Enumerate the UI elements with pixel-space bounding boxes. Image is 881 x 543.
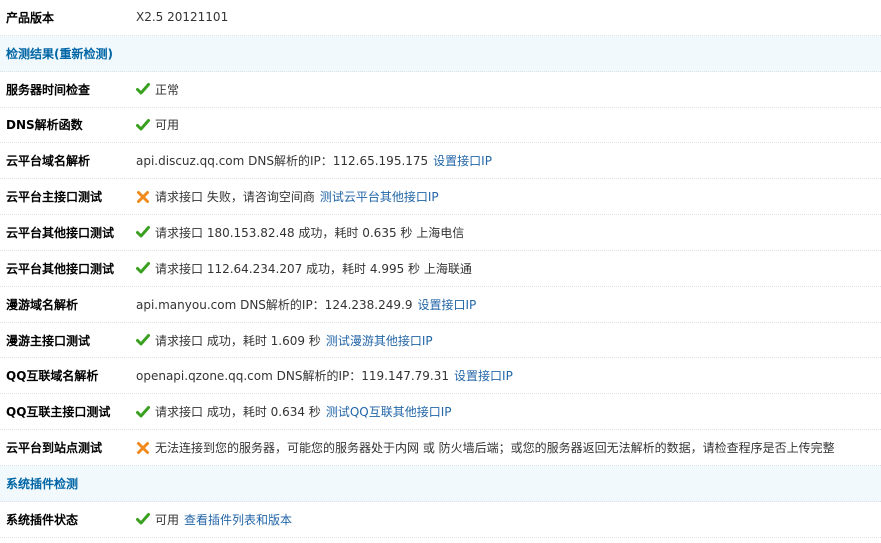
row-label: 云平台其他接口测试 <box>6 261 115 276</box>
row-value: 请求接口 180.153.82.48 成功，耗时 0.635 秒 上海电信 <box>136 224 881 241</box>
row-text: 请求接口 112.64.234.207 成功，耗时 4.995 秒 上海联通 <box>155 261 472 276</box>
row-text: api.discuz.qq.com DNS解析的IP：112.65.195.17… <box>136 154 429 169</box>
view-plugins-link[interactable]: 查看插件列表和版本 <box>184 511 292 528</box>
row-label: QQ互联主接口测试 <box>6 405 111 420</box>
cross-icon <box>136 190 150 204</box>
row-link[interactable]: 测试漫游其他接口IP <box>326 332 433 349</box>
check-row: 漫游域名解析 api.manyou.com DNS解析的IP：124.238.24… <box>0 287 881 323</box>
check-row: 漫游主接口测试 请求接口 成功，耗时 1.609 秒测试漫游其他接口IP <box>0 323 881 359</box>
section-title: 检测结果(重新检测) <box>6 46 113 61</box>
row-label: 服务器时间检查 <box>6 82 91 97</box>
row-text: openapi.qzone.qq.com DNS解析的IP：119.147.79… <box>136 369 450 384</box>
cross-icon <box>136 441 150 455</box>
check-icon <box>136 333 150 347</box>
row-link[interactable]: 测试云平台其他接口IP <box>320 188 439 205</box>
row-label: 系统插件状态 <box>6 512 79 527</box>
row-link[interactable]: 设置接口IP <box>417 296 476 313</box>
row-text: 可用 <box>155 512 180 527</box>
row-value: api.manyou.com DNS解析的IP：124.238.249.9 设置接… <box>136 296 881 313</box>
row-value: 无法连接到您的服务器，可能您的服务器处于内网 或 防火墙后端；或您的服务器返回无… <box>136 439 881 456</box>
row-label: 云平台域名解析 <box>6 154 91 169</box>
check-row: QQ互联域名解析 openapi.qzone.qq.com DNS解析的IP：11… <box>0 358 881 395</box>
recheck-link[interactable]: 重新检测 <box>60 47 108 61</box>
row-value: 请求接口 112.64.234.207 成功，耗时 4.995 秒 上海联通 <box>136 260 881 277</box>
check-row: 云平台域名解析 api.discuz.qq.com DNS解析的IP：112.65… <box>0 143 881 180</box>
row-value: openapi.qzone.qq.com DNS解析的IP：119.147.79… <box>136 367 881 384</box>
row-label: QQ互联域名解析 <box>6 369 99 384</box>
check-icon <box>136 512 150 526</box>
row-value: 请求接口 成功，耗时 1.609 秒测试漫游其他接口IP <box>136 332 881 349</box>
row-value: 可用 <box>136 116 881 133</box>
row-text: 无法连接到您的服务器，可能您的服务器处于内网 或 防火墙后端；或您的服务器返回无… <box>155 441 835 456</box>
row-text: api.manyou.com DNS解析的IP：124.238.249.9 <box>136 297 413 312</box>
row-value: 请求接口 失败，请咨询空间商 测试云平台其他接口IP <box>136 188 881 205</box>
row-link[interactable]: 测试QQ互联其他接口IP <box>326 403 452 420</box>
row-value: 请求接口 成功，耗时 0.634 秒测试QQ互联其他接口IP <box>136 403 881 420</box>
row-label: 云平台其他接口测试 <box>6 225 115 240</box>
check-row: 云平台主接口测试 请求接口 失败，请咨询空间商 测试云平台其他接口IP <box>0 179 881 216</box>
product-version-row: 产品版本 X2.5 20121101 <box>0 0 881 36</box>
row-label: 云平台到站点测试 <box>6 441 103 456</box>
check-icon <box>136 118 150 132</box>
row-label: 产品版本 <box>6 10 55 25</box>
row-text: 请求接口 成功，耗时 0.634 秒 <box>155 405 321 420</box>
cloud-diagnostics-table: 产品版本 X2.5 20121101 检测结果(重新检测) 服务器时间检查 正常 D… <box>0 0 881 538</box>
row-label: 云平台主接口测试 <box>6 190 103 205</box>
row-label: 漫游主接口测试 <box>6 333 91 348</box>
check-row: 云平台其他接口测试 请求接口 180.153.82.48 成功，耗时 0.635 … <box>0 215 881 251</box>
check-icon <box>136 82 150 96</box>
plugin-status-row: 系统插件状态 可用 查看插件列表和版本 <box>0 502 881 538</box>
check-icon <box>136 225 150 239</box>
check-row: DNS解析函数 可用 <box>0 108 881 144</box>
row-value: 正常 <box>136 81 881 98</box>
check-row: 云平台其他接口测试 请求接口 112.64.234.207 成功，耗时 4.995… <box>0 251 881 287</box>
row-text: 请求接口 成功，耗时 1.609 秒 <box>155 333 321 348</box>
check-row: QQ互联主接口测试 请求接口 成功，耗时 0.634 秒测试QQ互联其他接口IP <box>0 394 881 431</box>
row-link[interactable]: 设置接口IP <box>454 367 513 384</box>
row-label: 漫游域名解析 <box>6 297 79 312</box>
check-icon <box>136 405 150 419</box>
row-text: 可用 <box>155 118 180 133</box>
check-row: 云平台到站点测试 无法连接到您的服务器，可能您的服务器处于内网 或 防火墙后端；或… <box>0 430 881 466</box>
product-version-value: X2.5 20121101 <box>136 10 229 25</box>
section-title: 系统插件检测 <box>6 476 79 491</box>
section-header-plugins: 系统插件检测 <box>0 465 881 502</box>
row-text: 请求接口 180.153.82.48 成功，耗时 0.635 秒 上海电信 <box>155 225 465 240</box>
row-label: DNS解析函数 <box>6 118 83 133</box>
row-value: 可用 查看插件列表和版本 <box>136 511 881 528</box>
row-text: 请求接口 失败，请咨询空间商 <box>155 190 315 205</box>
row-value: api.discuz.qq.com DNS解析的IP：112.65.195.17… <box>136 152 881 169</box>
row-text: 正常 <box>155 82 180 97</box>
section-header-results: 检测结果(重新检测) <box>0 35 881 72</box>
check-row: 服务器时间检查 正常 <box>0 72 881 108</box>
check-icon <box>136 261 150 275</box>
row-link[interactable]: 设置接口IP <box>433 152 492 169</box>
